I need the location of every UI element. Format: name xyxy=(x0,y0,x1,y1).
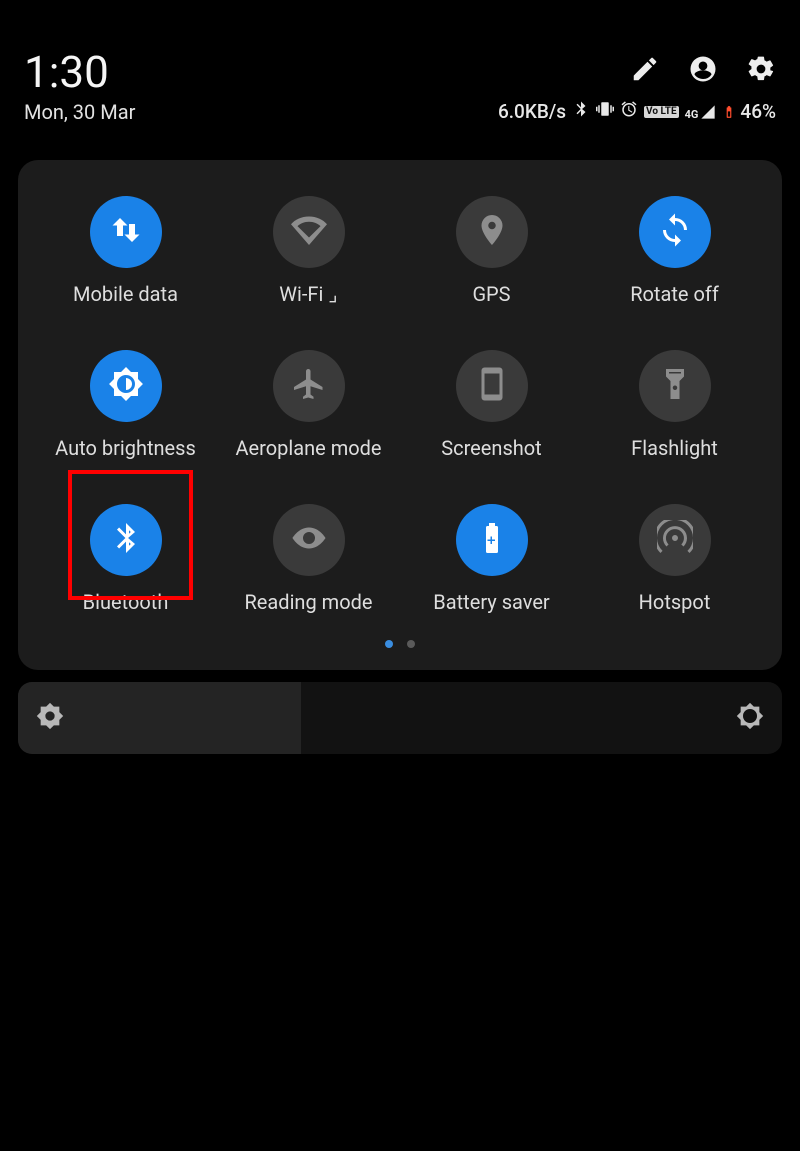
quick-settings-panel: Mobile data Wi-Fi ⌟ GPS Rotate off Auto … xyxy=(18,160,782,670)
tile-label: Auto brightness xyxy=(55,436,196,460)
brightness-icon xyxy=(108,366,144,406)
flashlight-icon xyxy=(657,366,693,406)
tile-label: Aeroplane mode xyxy=(235,436,381,460)
screenshot-icon xyxy=(474,366,510,406)
tile-gps[interactable]: GPS xyxy=(400,196,583,306)
tile-hotspot[interactable]: Hotspot xyxy=(583,504,766,614)
tile-wifi[interactable]: Wi-Fi ⌟ xyxy=(217,196,400,306)
tile-label: Rotate off xyxy=(630,282,719,306)
wifi-icon xyxy=(291,212,327,252)
tile-flashlight[interactable]: Flashlight xyxy=(583,350,766,460)
brightness-high-icon xyxy=(736,702,764,734)
edit-icon[interactable] xyxy=(630,54,660,88)
page-dot[interactable] xyxy=(407,640,415,648)
volte-badge: Vo LTE xyxy=(644,106,679,118)
status-date: Mon, 30 Mar xyxy=(24,100,135,124)
gps-icon xyxy=(474,212,510,252)
rotate-icon xyxy=(657,212,693,252)
account-icon[interactable] xyxy=(688,54,718,88)
tile-label: Battery saver xyxy=(433,590,549,614)
status-time: 1:30 xyxy=(24,50,135,94)
tile-mobile-data[interactable]: Mobile data xyxy=(34,196,217,306)
tile-battery-saver[interactable]: Battery saver xyxy=(400,504,583,614)
mobile-data-icon xyxy=(108,212,144,252)
battery-saver-icon xyxy=(474,520,510,560)
tile-label: Reading mode xyxy=(244,590,372,614)
tile-label: Mobile data xyxy=(73,282,178,306)
status-indicators: 6.0KB/s Vo LTE 4G 46% xyxy=(498,100,776,123)
page-dot[interactable] xyxy=(385,640,393,648)
tile-rotate[interactable]: Rotate off xyxy=(583,196,766,306)
alarm-icon xyxy=(620,100,638,123)
eye-icon xyxy=(291,520,327,560)
tile-auto-brightness[interactable]: Auto brightness xyxy=(34,350,217,460)
tile-aeroplane-mode[interactable]: Aeroplane mode xyxy=(217,350,400,460)
bluetooth-status-icon xyxy=(572,100,590,123)
tile-label: Screenshot xyxy=(441,436,541,460)
tile-reading-mode[interactable]: Reading mode xyxy=(217,504,400,614)
tile-label: Bluetooth xyxy=(83,590,169,614)
network-speed: 6.0KB/s xyxy=(498,100,566,123)
page-indicator xyxy=(34,640,766,648)
tile-screenshot[interactable]: Screenshot xyxy=(400,350,583,460)
brightness-slider[interactable] xyxy=(18,682,782,754)
battery-indicator: 46% xyxy=(722,100,776,123)
settings-icon[interactable] xyxy=(746,54,776,88)
airplane-icon xyxy=(291,366,327,406)
tile-label: Wi-Fi ⌟ xyxy=(279,282,337,306)
brightness-low-icon xyxy=(36,702,64,734)
tile-label: Flashlight xyxy=(631,436,718,460)
tile-bluetooth[interactable]: Bluetooth xyxy=(34,504,217,614)
tile-label: GPS xyxy=(472,282,510,306)
bluetooth-icon xyxy=(108,520,144,560)
tile-label: Hotspot xyxy=(639,590,711,614)
signal-icon: 4G xyxy=(685,104,717,120)
vibrate-icon xyxy=(596,100,614,123)
hotspot-icon xyxy=(657,520,693,560)
